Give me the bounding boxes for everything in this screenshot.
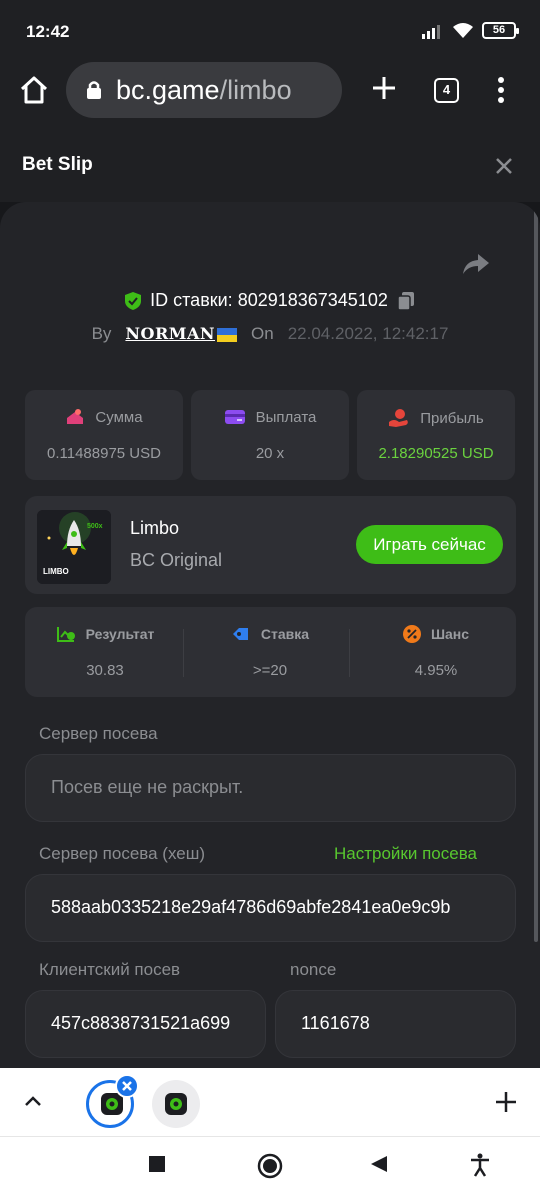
url-host: bc.game bbox=[116, 75, 220, 105]
result-divider bbox=[183, 629, 184, 677]
result-value: 30.83 bbox=[86, 662, 124, 679]
stat-label: Сумма bbox=[95, 408, 143, 426]
result-col-result: Результат 30.83 bbox=[25, 607, 185, 697]
stat-label: Выплата bbox=[255, 408, 317, 426]
tab-strip bbox=[0, 1068, 540, 1136]
scrollbar[interactable] bbox=[534, 202, 538, 942]
stat-card-profit: Прибыль 2.18290525 USD bbox=[357, 390, 515, 480]
status-icons: 56 bbox=[422, 22, 519, 39]
copy-icon[interactable] bbox=[396, 291, 416, 311]
home-icon[interactable] bbox=[18, 74, 50, 106]
server-seed-value: Посев еще не раскрыт. bbox=[51, 777, 244, 797]
tab-thumbnail[interactable] bbox=[152, 1080, 200, 1128]
tab-count-button[interactable]: 4 bbox=[434, 78, 459, 103]
on-label: On bbox=[251, 324, 274, 343]
recents-icon[interactable] bbox=[148, 1155, 166, 1173]
accessibility-icon[interactable] bbox=[470, 1153, 490, 1177]
status-bar: 12:42 56 bbox=[0, 0, 540, 62]
stat-card-amount: Сумма 0.11488975 USD bbox=[25, 390, 183, 480]
result-divider bbox=[349, 629, 350, 677]
bcgame-favicon-icon bbox=[165, 1093, 187, 1115]
username: NORMAN bbox=[125, 324, 216, 343]
bet-meta-row: By NORMAN On 22.04.2022, 12:42:17 bbox=[0, 324, 540, 344]
result-value: 4.95% bbox=[414, 662, 458, 679]
game-name: Limbo bbox=[130, 518, 180, 538]
tag-icon bbox=[232, 628, 248, 640]
back-icon[interactable] bbox=[370, 1155, 388, 1173]
share-icon[interactable] bbox=[462, 252, 490, 276]
server-seed-label: Сервер посева bbox=[39, 724, 158, 743]
server-hash-label: Сервер посева (хеш) bbox=[39, 844, 206, 863]
seed-settings-link[interactable]: Настройки посева bbox=[334, 844, 477, 864]
wallet-icon bbox=[224, 410, 245, 424]
result-value: >=20 bbox=[252, 662, 288, 679]
server-hash-field[interactable]: 588aab0335218e29af4786d69abfe2841ea0e9c9… bbox=[25, 874, 516, 942]
stat-value: 0.11488975 USD bbox=[47, 445, 161, 462]
server-hash-value: 588aab0335218e29af4786d69abfe2841ea0e9c9… bbox=[51, 897, 451, 917]
money-icon bbox=[67, 409, 84, 424]
server-seed-field[interactable]: Посев еще не раскрыт. bbox=[25, 754, 516, 822]
result-label: Результат bbox=[85, 626, 155, 642]
url-path: /limbo bbox=[219, 75, 292, 105]
more-menu-icon[interactable] bbox=[494, 76, 508, 104]
result-label: Ставка bbox=[260, 626, 310, 642]
stat-value: 20 x bbox=[255, 445, 285, 462]
game-thumbnail[interactable]: 500x LIMBO bbox=[37, 510, 111, 584]
browser-toolbar: bc.game/limbo 4 bbox=[0, 62, 540, 130]
hand-coin-icon bbox=[389, 409, 409, 427]
bet-detail-panel: ID ставки: 802918367345102 By NORMAN On … bbox=[0, 202, 540, 1068]
play-now-button[interactable]: Играть сейчас bbox=[356, 525, 503, 564]
signal-icon bbox=[422, 24, 440, 39]
new-tab-icon[interactable] bbox=[370, 74, 398, 102]
close-tab-icon[interactable] bbox=[115, 1074, 139, 1098]
result-col-target: Ставка >=20 bbox=[190, 607, 350, 697]
chart-check-icon bbox=[56, 627, 75, 642]
nonce-label: nonce bbox=[290, 960, 337, 979]
add-tab-icon[interactable] bbox=[494, 1090, 518, 1114]
stat-value: 2.18290525 USD bbox=[378, 445, 494, 462]
game-subtitle: BC Original bbox=[130, 550, 223, 570]
bet-slip-header: Bet Slip bbox=[0, 130, 540, 202]
url-text: bc.game/limbo bbox=[116, 75, 292, 106]
wifi-icon bbox=[453, 23, 473, 38]
shield-check-icon bbox=[125, 291, 142, 310]
stat-card-payout: Выплата 20 x bbox=[191, 390, 349, 480]
user-link[interactable]: NORMAN bbox=[125, 324, 238, 344]
ukraine-flag-icon bbox=[217, 327, 238, 342]
bet-id: ID ставки: 802918367345102 bbox=[150, 290, 388, 310]
stat-label: Прибыль bbox=[420, 409, 484, 427]
client-seed-field[interactable]: 457c8838731521a699 bbox=[25, 990, 266, 1058]
bet-datetime: 22.04.2022, 12:42:17 bbox=[287, 324, 449, 343]
bet-slip-title: Bet Slip bbox=[22, 154, 93, 175]
home-nav-icon[interactable] bbox=[257, 1153, 283, 1179]
game-card: 500x LIMBO Limbo BC Original Играть сейч… bbox=[25, 496, 516, 594]
lock-icon bbox=[87, 81, 101, 99]
address-bar[interactable]: bc.game/limbo bbox=[66, 62, 342, 118]
result-col-chance: Шанс 4.95% bbox=[356, 607, 516, 697]
result-card: Результат 30.83 Ставка >=20 Шанс 4.95% bbox=[25, 607, 516, 697]
chevron-up-icon[interactable] bbox=[22, 1090, 44, 1112]
rocket-icon: 500x LIMBO bbox=[37, 510, 111, 584]
status-time: 12:42 bbox=[26, 22, 70, 41]
client-seed-label: Клиентский посев bbox=[39, 960, 181, 979]
close-icon[interactable] bbox=[494, 156, 514, 176]
thumb-multiplier: 500x bbox=[87, 523, 103, 530]
percent-icon bbox=[402, 625, 421, 643]
thumb-label: LIMBO bbox=[43, 567, 69, 576]
nonce-field[interactable]: 1161678 bbox=[275, 990, 516, 1058]
battery-icon: 56 bbox=[482, 22, 519, 39]
by-label: By bbox=[91, 324, 112, 343]
system-navigation-bar bbox=[0, 1136, 540, 1200]
nonce-value: 1161678 bbox=[301, 1013, 370, 1033]
client-seed-value: 457c8838731521a699 bbox=[51, 1013, 231, 1033]
bet-id-row: ID ставки: 802918367345102 bbox=[0, 290, 540, 311]
result-label: Шанс bbox=[430, 626, 470, 642]
